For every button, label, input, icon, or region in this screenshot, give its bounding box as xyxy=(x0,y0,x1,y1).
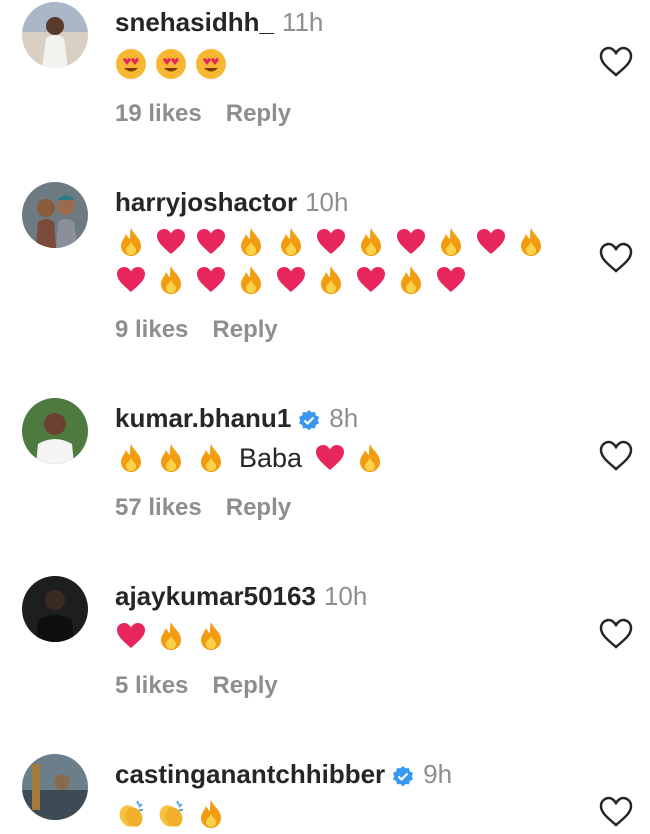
reply-button[interactable]: Reply xyxy=(212,672,277,699)
fire-emoji-icon xyxy=(201,622,221,650)
comment-body xyxy=(115,616,227,656)
timestamp: 8h xyxy=(329,403,359,433)
clap-emoji-icon xyxy=(159,800,183,827)
fire-emoji-icon xyxy=(401,266,421,294)
fire-emoji-icon xyxy=(361,228,381,256)
fire-emoji-icon xyxy=(161,622,181,650)
username-line: kumar.bhanu1 8h xyxy=(115,398,358,438)
comment-list: snehasidhh_ 11h 19 likes Reply harryjoshac… xyxy=(0,0,650,828)
fire-emoji-icon xyxy=(321,266,341,294)
heart-emoji-icon xyxy=(157,229,185,254)
heart-outline-icon[interactable] xyxy=(598,46,634,78)
heart-emoji-icon xyxy=(197,267,225,292)
clap-emoji-icon xyxy=(119,800,143,827)
username[interactable]: ajaykumar50163 xyxy=(115,581,316,611)
reply-button[interactable]: Reply xyxy=(212,316,277,343)
heart-outline-icon[interactable] xyxy=(598,242,634,274)
username[interactable]: harryjoshactor xyxy=(115,187,297,217)
username[interactable]: castinganantchhibber xyxy=(115,759,385,789)
heart-emoji-icon xyxy=(117,623,145,648)
heart-emoji-icon xyxy=(397,229,425,254)
heart-emoji-icon xyxy=(197,229,225,254)
fire-emoji-icon xyxy=(241,266,261,294)
heart-eyes-emoji-icon xyxy=(116,49,146,79)
heart-emoji-icon xyxy=(437,267,465,292)
comment-meta: 5 likes Reply xyxy=(115,672,278,700)
comment-meta: 19 likes Reply xyxy=(115,100,291,128)
reply-button[interactable]: Reply xyxy=(226,494,291,521)
fire-emoji-icon xyxy=(281,228,301,256)
reply-button[interactable]: Reply xyxy=(226,100,291,127)
comment-meta: 9 likes Reply xyxy=(115,316,278,344)
username[interactable]: kumar.bhanu1 xyxy=(115,403,291,433)
avatar[interactable] xyxy=(22,576,88,642)
fire-emoji-icon xyxy=(241,228,261,256)
avatar[interactable] xyxy=(22,182,88,248)
heart-emoji-icon xyxy=(317,229,345,254)
likes-count[interactable]: 9 likes xyxy=(115,316,188,343)
fire-emoji-icon xyxy=(161,266,181,294)
heart-outline-icon[interactable] xyxy=(598,796,634,828)
username-line: castinganantchhibber 9h xyxy=(115,754,452,794)
username[interactable]: snehasidhh_ xyxy=(115,7,274,37)
comment-meta: 57 likes Reply xyxy=(115,494,291,522)
heart-eyes-emoji-icon xyxy=(156,49,186,79)
heart-emoji-icon xyxy=(277,267,305,292)
timestamp: 11h xyxy=(281,7,324,37)
username-line: harryjoshactor 10h xyxy=(115,182,348,222)
likes-count[interactable]: 57 likes xyxy=(115,494,202,521)
comment-body: Baba xyxy=(115,438,386,478)
comment-body xyxy=(115,44,227,84)
fire-emoji-icon xyxy=(201,800,221,828)
verified-badge-icon xyxy=(393,765,414,787)
avatar[interactable] xyxy=(22,2,88,68)
heart-emoji-icon xyxy=(316,445,345,470)
heart-emoji-icon xyxy=(357,267,385,292)
avatar[interactable] xyxy=(22,754,88,820)
timestamp: 10h xyxy=(323,581,368,611)
avatar[interactable] xyxy=(22,398,88,464)
heart-outline-icon[interactable] xyxy=(598,440,634,472)
timestamp: 10h xyxy=(305,187,349,217)
fire-emoji-icon xyxy=(161,444,181,472)
likes-count[interactable]: 5 likes xyxy=(115,672,188,699)
comment-text: Baba xyxy=(239,442,303,473)
comment-body-line-2 xyxy=(115,260,467,300)
fire-emoji-icon xyxy=(121,444,141,472)
username-line: ajaykumar50163 10h xyxy=(115,576,367,616)
username-line: snehasidhh_ 11h xyxy=(115,2,323,42)
fire-emoji-icon xyxy=(201,444,221,472)
likes-count[interactable]: 19 likes xyxy=(115,100,202,127)
timestamp: 9h xyxy=(423,759,453,789)
heart-eyes-emoji-icon xyxy=(196,49,226,79)
heart-emoji-icon xyxy=(477,229,505,254)
fire-emoji-icon xyxy=(521,228,541,256)
fire-emoji-icon xyxy=(121,228,141,256)
comment-body xyxy=(115,794,227,834)
fire-emoji-icon xyxy=(441,228,461,256)
heart-outline-icon[interactable] xyxy=(598,618,634,650)
heart-emoji-icon xyxy=(117,267,145,292)
verified-badge-icon xyxy=(299,409,320,431)
comment-body-line-1 xyxy=(115,222,547,262)
fire-emoji-icon xyxy=(360,444,381,472)
